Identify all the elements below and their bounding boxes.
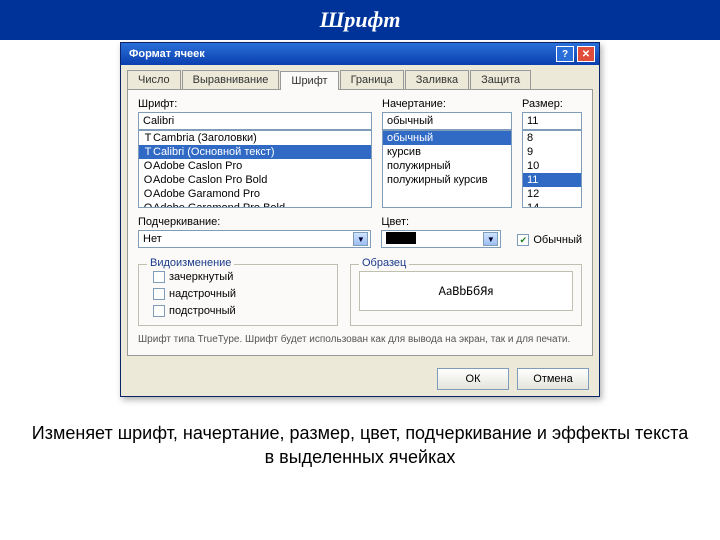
normal-font-label: Обычный (533, 234, 582, 246)
font-description: Шрифт типа TrueType. Шрифт будет использ… (138, 334, 582, 345)
font-input[interactable] (138, 112, 372, 130)
size-option[interactable]: 11 (523, 173, 581, 187)
preview-group-label: Образец (359, 257, 409, 269)
subscript-checkbox[interactable]: подстрочный (153, 305, 329, 317)
tab-fill[interactable]: Заливка (405, 70, 469, 89)
font-option[interactable]: OAdobe Caslon Pro Bold (139, 173, 371, 187)
size-option[interactable]: 10 (523, 159, 581, 173)
tab-alignment[interactable]: Выравнивание (182, 70, 280, 89)
slide-caption: Изменяет шрифт, начертание, размер, цвет… (0, 397, 720, 470)
style-listbox[interactable]: обычный курсив полужирный полужирный кур… (382, 130, 512, 208)
font-option[interactable]: TCalibri (Основной текст) (139, 145, 371, 159)
font-listbox[interactable]: TCambria (Заголовки) TCalibri (Основной … (138, 130, 372, 208)
underline-value: Нет (143, 233, 162, 245)
help-button[interactable]: ? (556, 46, 574, 62)
close-button[interactable]: ✕ (577, 46, 595, 62)
tab-protection[interactable]: Защита (470, 70, 531, 89)
style-label: Начертание: (382, 98, 512, 110)
chevron-down-icon: ▼ (353, 232, 368, 246)
color-swatch (386, 232, 416, 244)
tab-font[interactable]: Шрифт (280, 71, 338, 90)
cancel-button[interactable]: Отмена (517, 368, 589, 390)
checkbox-icon: ✔ (517, 234, 529, 246)
preview-box: АаВbБбЯя (359, 271, 573, 311)
font-panel: Шрифт: TCambria (Заголовки) TCalibri (Ос… (127, 89, 593, 356)
tab-strip: Число Выравнивание Шрифт Граница Заливка… (121, 65, 599, 89)
size-input[interactable] (522, 112, 582, 130)
dialog-title: Формат ячеек (129, 48, 205, 60)
mods-group-label: Видоизменение (147, 257, 234, 269)
color-label: Цвет: (381, 216, 501, 228)
style-option[interactable]: курсив (383, 145, 511, 159)
size-option[interactable]: 14 (523, 201, 581, 208)
font-option[interactable]: TCambria (Заголовки) (139, 131, 371, 145)
checkbox-icon (153, 271, 165, 283)
font-label: Шрифт: (138, 98, 372, 110)
style-input[interactable] (382, 112, 512, 130)
tab-number[interactable]: Число (127, 70, 181, 89)
size-option[interactable]: 12 (523, 187, 581, 201)
style-option[interactable]: полужирный (383, 159, 511, 173)
strike-checkbox[interactable]: зачеркнутый (153, 271, 329, 283)
tab-border[interactable]: Граница (340, 70, 404, 89)
checkbox-icon (153, 288, 165, 300)
normal-font-checkbox[interactable]: ✔ Обычный (517, 234, 582, 246)
slide-title: Шрифт (0, 0, 720, 40)
underline-label: Подчеркивание: (138, 216, 371, 228)
style-option[interactable]: полужирный курсив (383, 173, 511, 187)
color-combo[interactable]: ▼ (381, 230, 501, 248)
underline-combo[interactable]: Нет ▼ (138, 230, 371, 248)
ok-button[interactable]: ОК (437, 368, 509, 390)
size-option[interactable]: 9 (523, 145, 581, 159)
size-option[interactable]: 8 (523, 131, 581, 145)
format-cells-dialog: Формат ячеек ? ✕ Число Выравнивание Шриф… (120, 42, 600, 397)
font-option[interactable]: OAdobe Caslon Pro (139, 159, 371, 173)
chevron-down-icon: ▼ (483, 232, 498, 246)
size-label: Размер: (522, 98, 582, 110)
font-option[interactable]: OAdobe Garamond Pro (139, 187, 371, 201)
size-listbox[interactable]: 8 9 10 11 12 14 (522, 130, 582, 208)
dialog-titlebar[interactable]: Формат ячеек ? ✕ (121, 43, 599, 65)
style-option[interactable]: обычный (383, 131, 511, 145)
checkbox-icon (153, 305, 165, 317)
superscript-checkbox[interactable]: надстрочный (153, 288, 329, 300)
font-option[interactable]: OAdobe Garamond Pro Bold (139, 201, 371, 208)
